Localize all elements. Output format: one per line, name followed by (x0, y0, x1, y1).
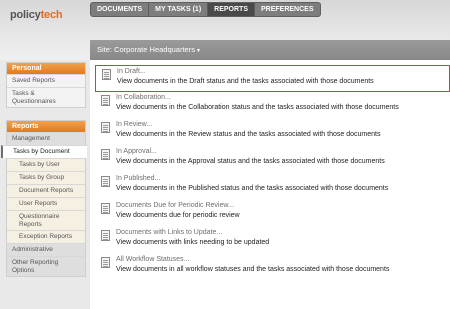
document-icon (102, 69, 111, 80)
report-description: View documents in the Collaboration stat… (116, 104, 399, 111)
reports-header[interactable]: Reports (7, 121, 85, 132)
sidebar-item-tasks-questionnaires[interactable]: Tasks & Questionnaires (7, 87, 85, 107)
report-in-draft[interactable]: In Draft... View documents in the Draft … (95, 65, 450, 92)
main-content: In Draft... View documents in the Draft … (90, 60, 450, 309)
report-description: View documents with links needing to be … (116, 239, 270, 246)
report-title[interactable]: In Collaboration... (116, 94, 171, 101)
sidebar-section-administrative[interactable]: Administrative (7, 243, 85, 256)
report-description: View documents in all workflow statuses … (116, 266, 390, 273)
document-icon (101, 95, 110, 106)
report-due-for-periodic-review[interactable]: Documents Due for Periodic Review... Vie… (95, 200, 450, 227)
report-all-workflow-statuses[interactable]: All Workflow Statuses... View documents … (95, 254, 450, 281)
nav-preferences[interactable]: PREFERENCES (255, 3, 320, 16)
report-title[interactable]: In Published... (116, 175, 160, 182)
report-description: View documents in the Published status a… (116, 185, 389, 192)
report-in-approval[interactable]: In Approval... View documents in the App… (95, 146, 450, 173)
report-in-review[interactable]: In Review... View documents in the Revie… (95, 119, 450, 146)
site-selector[interactable]: Site: Corporate Headquarters ▾ (90, 42, 450, 56)
sidebar-item-tasks-by-group[interactable]: Tasks by Group (7, 171, 85, 184)
sidebar-section-other-reporting-options[interactable]: Other Reporting Options (7, 256, 85, 276)
report-description: View documents in the Review status and … (116, 131, 381, 138)
sidebar-item-document-reports[interactable]: Document Reports (7, 184, 85, 197)
policytech-logo[interactable]: policytech (10, 9, 63, 21)
report-in-published[interactable]: In Published... View documents in the Pu… (95, 173, 450, 200)
sidebar: Personal Saved Reports Tasks & Questionn… (0, 60, 90, 309)
report-title[interactable]: Documents Due for Periodic Review... (116, 202, 234, 209)
document-icon (101, 122, 110, 133)
logo-prefix: policy (10, 9, 41, 21)
sidebar-item-exception-reports[interactable]: Exception Reports (7, 230, 85, 243)
report-title[interactable]: All Workflow Statuses... (116, 256, 189, 263)
report-title[interactable]: In Approval... (116, 148, 157, 155)
sidebar-item-saved-reports[interactable]: Saved Reports (7, 74, 85, 87)
document-icon (101, 230, 110, 241)
sidebar-section-management[interactable]: Management (7, 132, 85, 145)
report-title[interactable]: Documents with Links to Update... (116, 229, 222, 236)
report-links-to-update[interactable]: Documents with Links to Update... View d… (95, 227, 450, 254)
reports-panel: Reports Management Tasks by Document Tas… (1, 120, 87, 277)
report-title[interactable]: In Draft... (117, 68, 146, 75)
nav-reports[interactable]: REPORTS (208, 3, 255, 16)
sidebar-item-questionnaire-reports[interactable]: Questionnaire Reports (7, 210, 85, 230)
logo-suffix: tech (40, 9, 63, 21)
nav-documents[interactable]: DOCUMENTS (91, 3, 150, 16)
report-in-collaboration[interactable]: In Collaboration... View documents in th… (95, 92, 450, 119)
report-description: View documents in the Draft status and t… (117, 78, 374, 85)
top-navigation: DOCUMENTS MY TASKS (1) REPORTS PREFERENC… (90, 2, 321, 17)
document-icon (101, 257, 110, 268)
personal-header[interactable]: Personal (7, 63, 85, 74)
sidebar-item-user-reports[interactable]: User Reports (7, 197, 85, 210)
report-description: View documents due for periodic review (116, 212, 240, 219)
sidebar-item-tasks-by-document[interactable]: Tasks by Document (1, 145, 87, 158)
personal-panel: Personal Saved Reports Tasks & Questionn… (6, 62, 86, 108)
report-list: In Draft... View documents in the Draft … (95, 65, 450, 281)
nav-my-tasks[interactable]: MY TASKS (1) (149, 3, 209, 16)
document-icon (101, 176, 110, 187)
report-description: View documents in the Approval status an… (116, 158, 385, 165)
site-name: Site: Corporate Headquarters (97, 45, 195, 54)
sidebar-item-tasks-by-user[interactable]: Tasks by User (7, 158, 85, 171)
report-title[interactable]: In Review... (116, 121, 152, 128)
site-label[interactable]: Site: Corporate Headquarters ▾ (90, 42, 450, 54)
document-icon (101, 203, 110, 214)
document-icon (101, 149, 110, 160)
chevron-down-icon[interactable]: ▾ (197, 48, 200, 54)
